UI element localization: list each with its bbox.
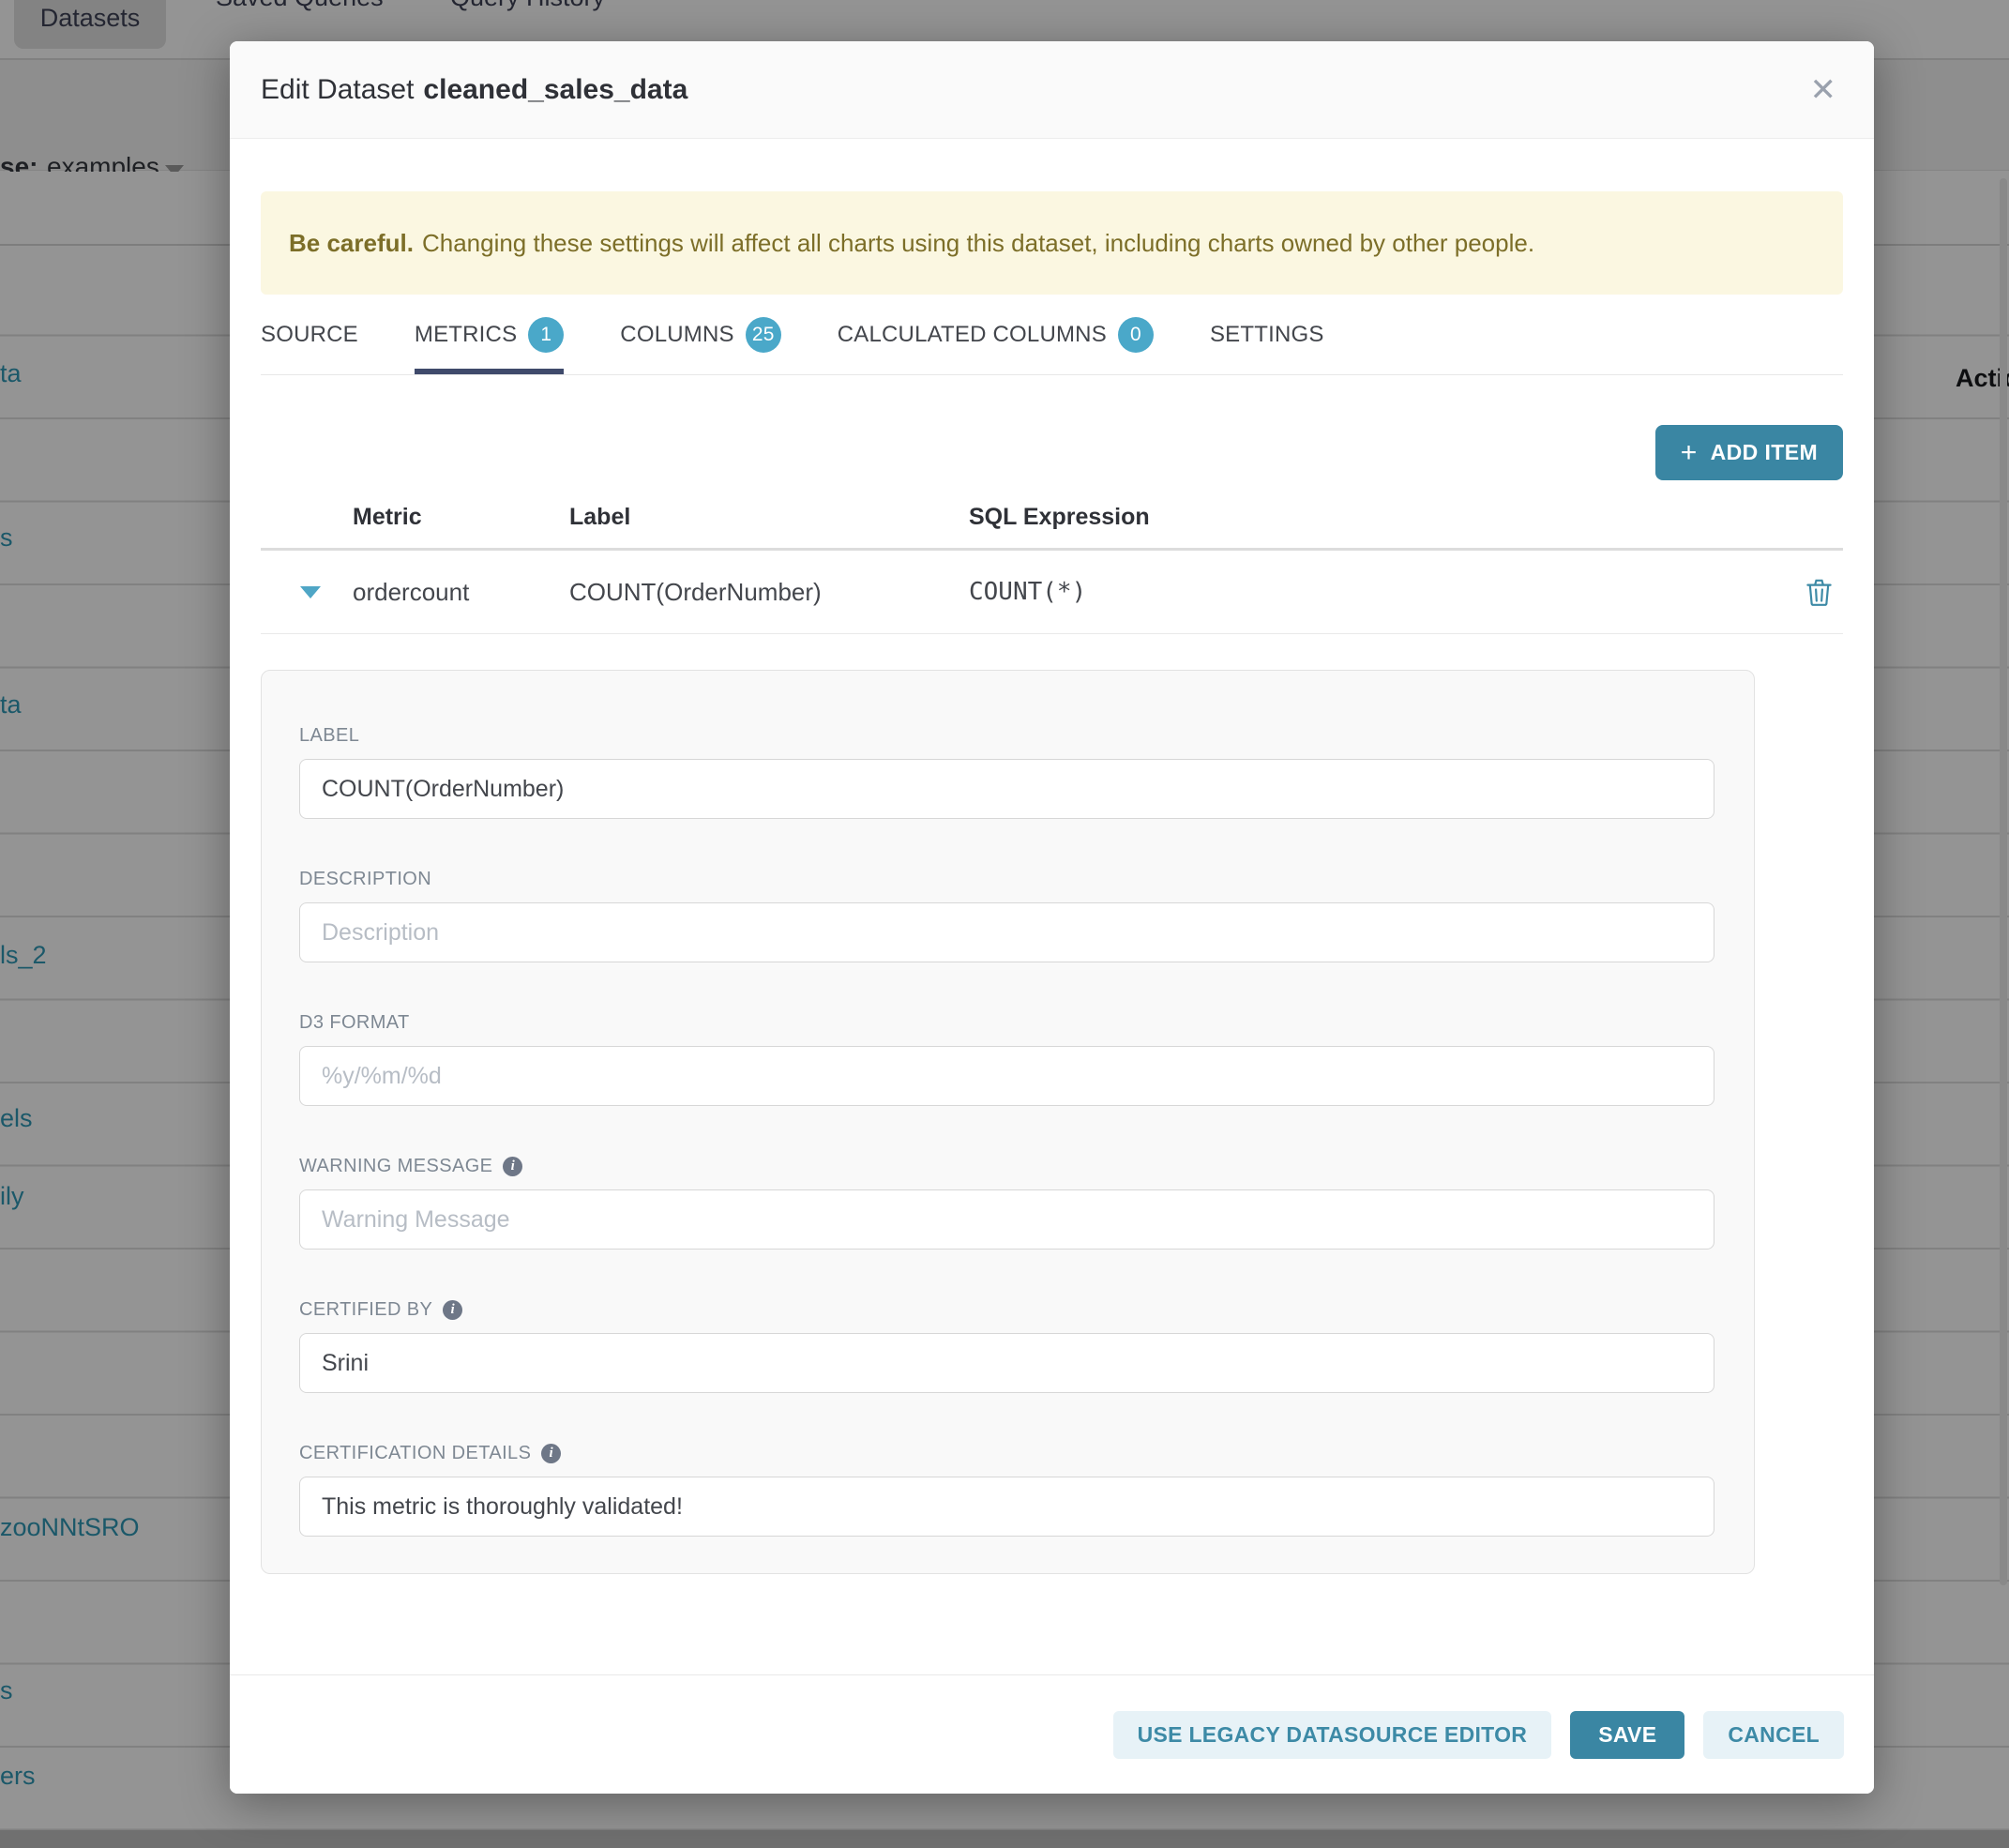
cancel-button[interactable]: CANCEL	[1703, 1711, 1844, 1759]
warning-banner-bold: Be careful.	[289, 229, 414, 258]
tab-metrics[interactable]: METRICS 1	[415, 295, 564, 374]
metric-row: ordercount COUNT(OrderNumber) COUNT(*)	[261, 551, 1843, 634]
warning-message-input[interactable]	[299, 1189, 1714, 1250]
add-item-label: ADD ITEM	[1711, 440, 1818, 465]
screen: Datasets Saved Queries Query History se:…	[0, 0, 2009, 1848]
info-icon[interactable]: i	[541, 1444, 561, 1463]
certification-details-field-caption: CERTIFICATION DETAILS i	[299, 1443, 1714, 1464]
tab-columns-count-badge: 25	[746, 317, 781, 353]
metric-detail-panel: LABEL DESCRIPTION D3 FORMAT	[261, 670, 1755, 1574]
dataset-name: cleaned_sales_data	[423, 74, 687, 105]
certified-by-field-caption-text: CERTIFIED BY	[299, 1299, 432, 1321]
modal-header: Edit Dataset cleaned_sales_data ✕	[230, 41, 1874, 139]
tab-metrics-count-badge: 1	[528, 317, 564, 353]
certification-details-field-caption-text: CERTIFICATION DETAILS	[299, 1443, 531, 1464]
d3-format-field-caption-text: D3 FORMAT	[299, 1012, 410, 1034]
dataset-editor-tabs: SOURCE METRICS 1 COLUMNS 25 CALCULATED C…	[261, 295, 1843, 375]
label-field-group: LABEL	[299, 725, 1714, 819]
d3-format-field-caption: D3 FORMAT	[299, 1012, 1714, 1034]
warning-banner: Be careful. Changing these settings will…	[261, 191, 1843, 295]
tab-source[interactable]: SOURCE	[261, 295, 358, 374]
tab-columns[interactable]: COLUMNS 25	[620, 295, 780, 374]
tab-source-label: SOURCE	[261, 322, 358, 348]
add-item-button[interactable]: + ADD ITEM	[1655, 425, 1843, 480]
tab-calculated-columns[interactable]: CALCULATED COLUMNS 0	[838, 295, 1154, 374]
tab-settings[interactable]: SETTINGS	[1210, 295, 1324, 374]
description-field-caption: DESCRIPTION	[299, 869, 1714, 890]
sql-expression-column-header: SQL Expression	[969, 504, 1777, 531]
info-icon[interactable]: i	[503, 1157, 522, 1176]
tab-settings-label: SETTINGS	[1210, 322, 1324, 348]
expand-cell	[261, 586, 353, 598]
description-field-caption-text: DESCRIPTION	[299, 869, 431, 890]
warning-message-field-group: WARNING MESSAGE i	[299, 1156, 1714, 1250]
info-icon[interactable]: i	[443, 1300, 462, 1320]
d3-format-input[interactable]	[299, 1046, 1714, 1106]
label-input[interactable]	[299, 759, 1714, 819]
description-input[interactable]	[299, 902, 1714, 962]
d3-format-field-group: D3 FORMAT	[299, 1012, 1714, 1106]
use-legacy-datasource-editor-button[interactable]: USE LEGACY DATASOURCE EDITOR	[1113, 1711, 1552, 1759]
tab-calculated-columns-label: CALCULATED COLUMNS	[838, 322, 1107, 348]
tab-calculated-columns-count-badge: 0	[1118, 317, 1154, 353]
certified-by-input[interactable]	[299, 1333, 1714, 1393]
trash-icon	[1806, 579, 1832, 606]
certification-details-input[interactable]	[299, 1477, 1714, 1537]
warning-message-field-caption: WARNING MESSAGE i	[299, 1156, 1714, 1177]
modal-footer: USE LEGACY DATASOURCE EDITOR SAVE CANCEL	[230, 1674, 1874, 1794]
close-icon[interactable]: ✕	[1805, 68, 1843, 112]
warning-banner-text: Changing these settings will affect all …	[422, 229, 1534, 258]
save-button[interactable]: SAVE	[1570, 1711, 1684, 1759]
metric-name-cell: ordercount	[353, 578, 569, 607]
tab-metrics-label: METRICS	[415, 322, 517, 348]
metric-label-cell: COUNT(OrderNumber)	[569, 578, 969, 607]
metric-actions-cell	[1777, 579, 1843, 606]
certification-details-field-group: CERTIFICATION DETAILS i	[299, 1443, 1714, 1537]
label-field-caption: LABEL	[299, 725, 1714, 747]
edit-dataset-modal: Edit Dataset cleaned_sales_data ✕ Be care…	[230, 41, 1874, 1794]
metric-column-header: Metric	[353, 504, 569, 531]
tab-columns-label: COLUMNS	[620, 322, 733, 348]
metric-sql-cell: COUNT(*)	[969, 578, 1777, 606]
add-item-row: + ADD ITEM	[261, 425, 1843, 480]
metrics-table-header: Metric Label SQL Expression	[261, 497, 1843, 537]
label-column-header: Label	[569, 504, 969, 531]
warning-message-field-caption-text: WARNING MESSAGE	[299, 1156, 492, 1177]
label-field-caption-text: LABEL	[299, 725, 359, 747]
certified-by-field-group: CERTIFIED BY i	[299, 1299, 1714, 1393]
modal-body: Be careful. Changing these settings will…	[230, 191, 1874, 1574]
modal-title: Edit Dataset cleaned_sales_data	[261, 74, 687, 106]
delete-metric-button[interactable]	[1806, 579, 1832, 606]
certified-by-field-caption: CERTIFIED BY i	[299, 1299, 1714, 1321]
description-field-group: DESCRIPTION	[299, 869, 1714, 962]
plus-icon: +	[1681, 439, 1698, 467]
modal-title-prefix: Edit Dataset	[261, 74, 414, 105]
collapse-caret-icon[interactable]	[300, 586, 321, 598]
